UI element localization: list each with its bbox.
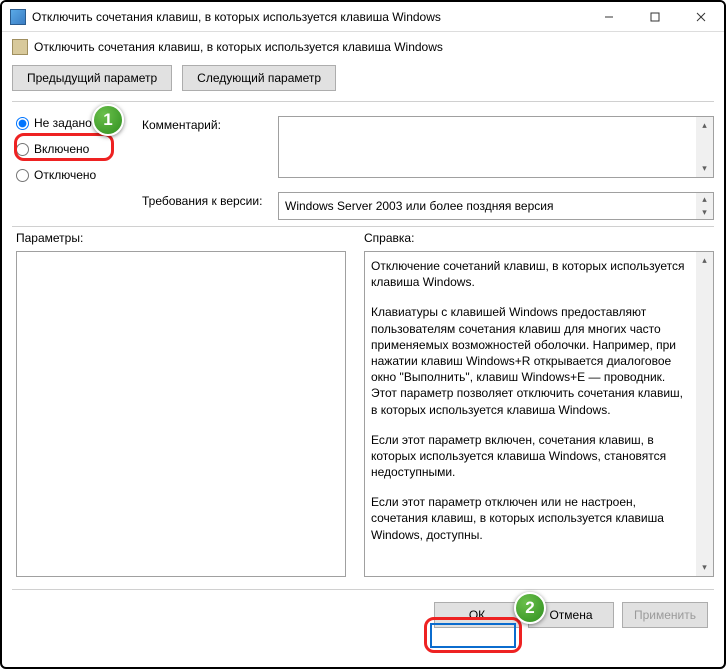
help-scrollbar[interactable]: ▴ ▾ (696, 252, 713, 576)
minimize-button[interactable] (586, 2, 632, 32)
window-controls (586, 2, 724, 31)
help-p2: Клавиатуры с клавишей Windows предоставл… (371, 304, 691, 417)
radio-not-configured-label: Не задано (34, 116, 92, 130)
comment-scrollbar[interactable]: ▴ ▾ (696, 117, 713, 177)
scroll-down-icon[interactable]: ▾ (696, 206, 713, 219)
radio-disabled-label: Отключено (34, 168, 96, 182)
maximize-button[interactable] (632, 2, 678, 32)
app-icon (10, 9, 26, 25)
window-title: Отключить сочетания клавиш, в которых ис… (32, 10, 586, 24)
help-p1: Отключение сочетаний клавиш, в которых и… (371, 258, 691, 290)
annotation-badge-2: 2 (514, 592, 546, 624)
radio-disabled-input[interactable] (16, 169, 29, 182)
close-button[interactable] (678, 2, 724, 32)
scroll-down-icon[interactable]: ▾ (696, 160, 713, 177)
radio-enabled-label: Включено (34, 142, 89, 156)
prev-button[interactable]: Предыдущий параметр (12, 65, 172, 91)
requirements-scrollbar[interactable]: ▴ ▾ (696, 193, 713, 219)
dialog-window: Отключить сочетания клавиш, в которых ис… (0, 0, 726, 669)
radio-enabled-input[interactable] (16, 143, 29, 156)
help-label: Справка: (364, 231, 714, 245)
help-p3: Если этот параметр включен, сочетания кл… (371, 432, 691, 481)
annotation-badge-1: 1 (92, 104, 124, 136)
scroll-down-icon[interactable]: ▾ (696, 559, 713, 576)
help-box[interactable]: Отключение сочетаний клавиш, в которых и… (364, 251, 714, 577)
requirements-value: Windows Server 2003 или более поздняя ве… (285, 199, 553, 213)
policy-header: Отключить сочетания клавиш, в которых ис… (2, 32, 724, 59)
policy-icon (12, 39, 28, 55)
radio-disabled[interactable]: Отключено (16, 168, 136, 182)
dialog-footer: ОК Отмена Применить (12, 589, 714, 640)
params-box[interactable] (16, 251, 346, 577)
radio-enabled[interactable]: Включено (16, 142, 136, 156)
lower-panels: Параметры: Справка: Отключение сочетаний… (2, 227, 724, 589)
params-panel: Параметры: (16, 231, 346, 581)
apply-button[interactable]: Применить (622, 602, 708, 628)
comment-textarea[interactable]: ▴ ▾ (278, 116, 714, 178)
next-button[interactable]: Следующий параметр (182, 65, 336, 91)
requirements-box: Windows Server 2003 или более поздняя ве… (278, 192, 714, 220)
requirements-label: Требования к версии: (142, 192, 272, 208)
scroll-up-icon[interactable]: ▴ (696, 252, 713, 269)
params-label: Параметры: (16, 231, 346, 245)
scroll-up-icon[interactable]: ▴ (696, 193, 713, 206)
policy-name: Отключить сочетания клавиш, в которых ис… (34, 40, 443, 54)
comment-label: Комментарий: (142, 116, 272, 132)
radio-not-configured-input[interactable] (16, 117, 29, 130)
help-panel: Справка: Отключение сочетаний клавиш, в … (364, 231, 714, 581)
ok-button[interactable]: ОК (434, 602, 520, 628)
scroll-up-icon[interactable]: ▴ (696, 117, 713, 134)
nav-buttons: Предыдущий параметр Следующий параметр (2, 59, 724, 101)
help-text: Отключение сочетаний клавиш, в которых и… (371, 258, 691, 570)
titlebar[interactable]: Отключить сочетания клавиш, в которых ис… (2, 2, 724, 32)
help-p4: Если этот параметр отключен или не настр… (371, 494, 691, 543)
